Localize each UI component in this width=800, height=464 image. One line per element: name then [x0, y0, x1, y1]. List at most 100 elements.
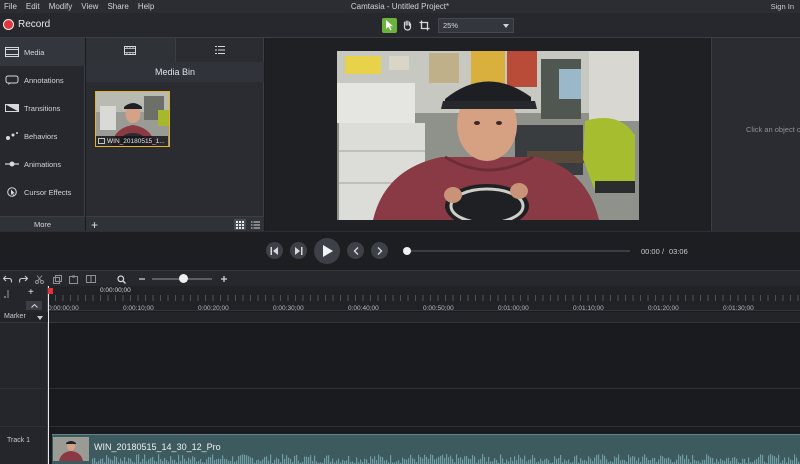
waveform-bar — [722, 460, 724, 464]
waveform-bar — [466, 455, 468, 464]
waveform-bar — [666, 458, 668, 464]
waveform-bar — [166, 460, 168, 464]
playback-scrubber-handle[interactable] — [403, 247, 411, 255]
waveform-bar — [164, 458, 166, 464]
menu-modify[interactable]: Modify — [45, 2, 78, 11]
step-back-button[interactable] — [266, 242, 283, 259]
menu-file[interactable]: File — [0, 2, 22, 11]
menu-share[interactable]: Share — [103, 2, 133, 11]
waveform-bar — [776, 457, 778, 464]
zoom-out-button[interactable] — [137, 274, 147, 284]
waveform-bar — [208, 456, 210, 464]
minus-icon — [139, 278, 145, 280]
waveform-bar — [598, 454, 600, 464]
media-clip-thumbnail[interactable]: WIN_20180515_1... — [95, 91, 170, 147]
crop-tool-button[interactable] — [417, 18, 432, 33]
timeline-ruler[interactable]: 0:00:00;00 0:00:00;00 0:00:10;00 0:00:20… — [48, 286, 800, 312]
playhead-line[interactable] — [48, 286, 49, 464]
waveform-bar — [782, 460, 784, 464]
waveform-bar — [638, 457, 640, 464]
previous-clip-button[interactable] — [347, 242, 364, 259]
copy-button[interactable] — [52, 274, 62, 284]
waveform-bar — [482, 454, 484, 464]
timeline-clip[interactable]: WIN_20180515_14_30_12_Pro — [52, 434, 800, 464]
redo-button[interactable] — [18, 274, 28, 284]
select-tool-button[interactable] — [382, 18, 397, 33]
cut-button[interactable] — [34, 274, 44, 284]
menu-edit[interactable]: Edit — [22, 2, 45, 11]
media-clip-name: WIN_20180515_1... — [107, 137, 165, 145]
waveform-bar — [524, 455, 526, 464]
waveform-bar — [726, 458, 728, 464]
marker-label: Marker — [4, 313, 26, 320]
waveform-bar — [480, 458, 482, 464]
waveform-bar — [130, 458, 132, 464]
waveform-bar — [652, 457, 654, 464]
waveform-bar — [654, 457, 656, 464]
menu-view[interactable]: View — [77, 2, 103, 11]
copy-icon — [52, 274, 62, 284]
waveform-bar — [456, 454, 458, 464]
add-media-button[interactable]: + — [88, 218, 101, 232]
waveform-bar — [716, 458, 718, 464]
waveform-bar — [560, 454, 562, 464]
zoom-search-button[interactable] — [116, 274, 126, 284]
waveform-bar — [644, 454, 646, 464]
pan-tool-button[interactable] — [400, 18, 415, 33]
undo-button[interactable] — [2, 274, 12, 284]
waveform-bar — [290, 458, 292, 464]
tab-media-bin[interactable] — [86, 38, 176, 62]
next-clip-button[interactable] — [371, 242, 388, 259]
chevron-down-icon[interactable] — [37, 316, 43, 320]
track-options-icon[interactable] — [3, 289, 15, 301]
collapse-tracks-button[interactable] — [26, 301, 42, 310]
waveform-bar — [336, 460, 338, 464]
tab-library[interactable] — [176, 38, 265, 62]
marker-track[interactable]: Marker — [0, 312, 800, 323]
waveform-bar — [732, 457, 734, 464]
waveform-bar — [376, 459, 378, 464]
track-divider — [0, 426, 800, 427]
tool-media-label: Media — [24, 47, 45, 57]
playback-scrubber-track[interactable] — [408, 250, 630, 252]
sign-in-menu[interactable]: Sign In — [771, 2, 794, 11]
waveform-bar — [496, 460, 498, 464]
waveform-bar — [426, 456, 428, 464]
split-button[interactable] — [86, 274, 96, 284]
playhead-handle[interactable] — [48, 288, 53, 294]
tool-behaviors[interactable]: Behaviors — [0, 122, 85, 150]
menu-help[interactable]: Help — [134, 2, 159, 11]
waveform-bar — [100, 459, 102, 464]
canvas-area[interactable] — [265, 38, 710, 231]
waveform-bar — [548, 460, 550, 464]
waveform-bar — [442, 454, 444, 464]
waveform-bar — [462, 459, 464, 464]
canvas-zoom-select[interactable]: 25% — [438, 18, 514, 33]
add-track-button[interactable]: + — [28, 287, 34, 298]
tool-annotations[interactable]: Annotations — [0, 66, 85, 94]
tool-animations[interactable]: Animations — [0, 150, 85, 178]
waveform-bar — [784, 457, 786, 464]
tool-transitions[interactable]: Transitions — [0, 94, 85, 122]
waveform-bar — [306, 456, 308, 464]
canvas-video-preview[interactable] — [337, 51, 639, 220]
play-icon — [322, 245, 333, 257]
details-view-button[interactable] — [249, 219, 261, 230]
waveform-bar — [160, 458, 162, 464]
timeline: + 0:00:00;00 0:00:00;00 0:00:10;00 0:00:… — [0, 286, 800, 464]
waveform-bar — [532, 454, 534, 464]
more-tools-button[interactable]: More — [0, 216, 85, 231]
paste-button[interactable] — [68, 274, 78, 284]
waveform-bar — [596, 455, 598, 464]
waveform-bar — [154, 460, 156, 464]
record-button[interactable]: Record — [3, 19, 50, 30]
step-forward-button[interactable] — [290, 242, 307, 259]
timeline-zoom-handle[interactable] — [179, 274, 188, 283]
waveform-bar — [170, 456, 172, 464]
tool-media[interactable]: Media — [0, 38, 85, 66]
behaviors-icon — [6, 132, 18, 140]
play-button[interactable] — [314, 238, 340, 264]
tool-cursor-effects[interactable]: Cursor Effects — [0, 178, 85, 206]
thumbnail-view-button[interactable] — [234, 219, 246, 230]
zoom-in-button[interactable] — [219, 274, 229, 284]
